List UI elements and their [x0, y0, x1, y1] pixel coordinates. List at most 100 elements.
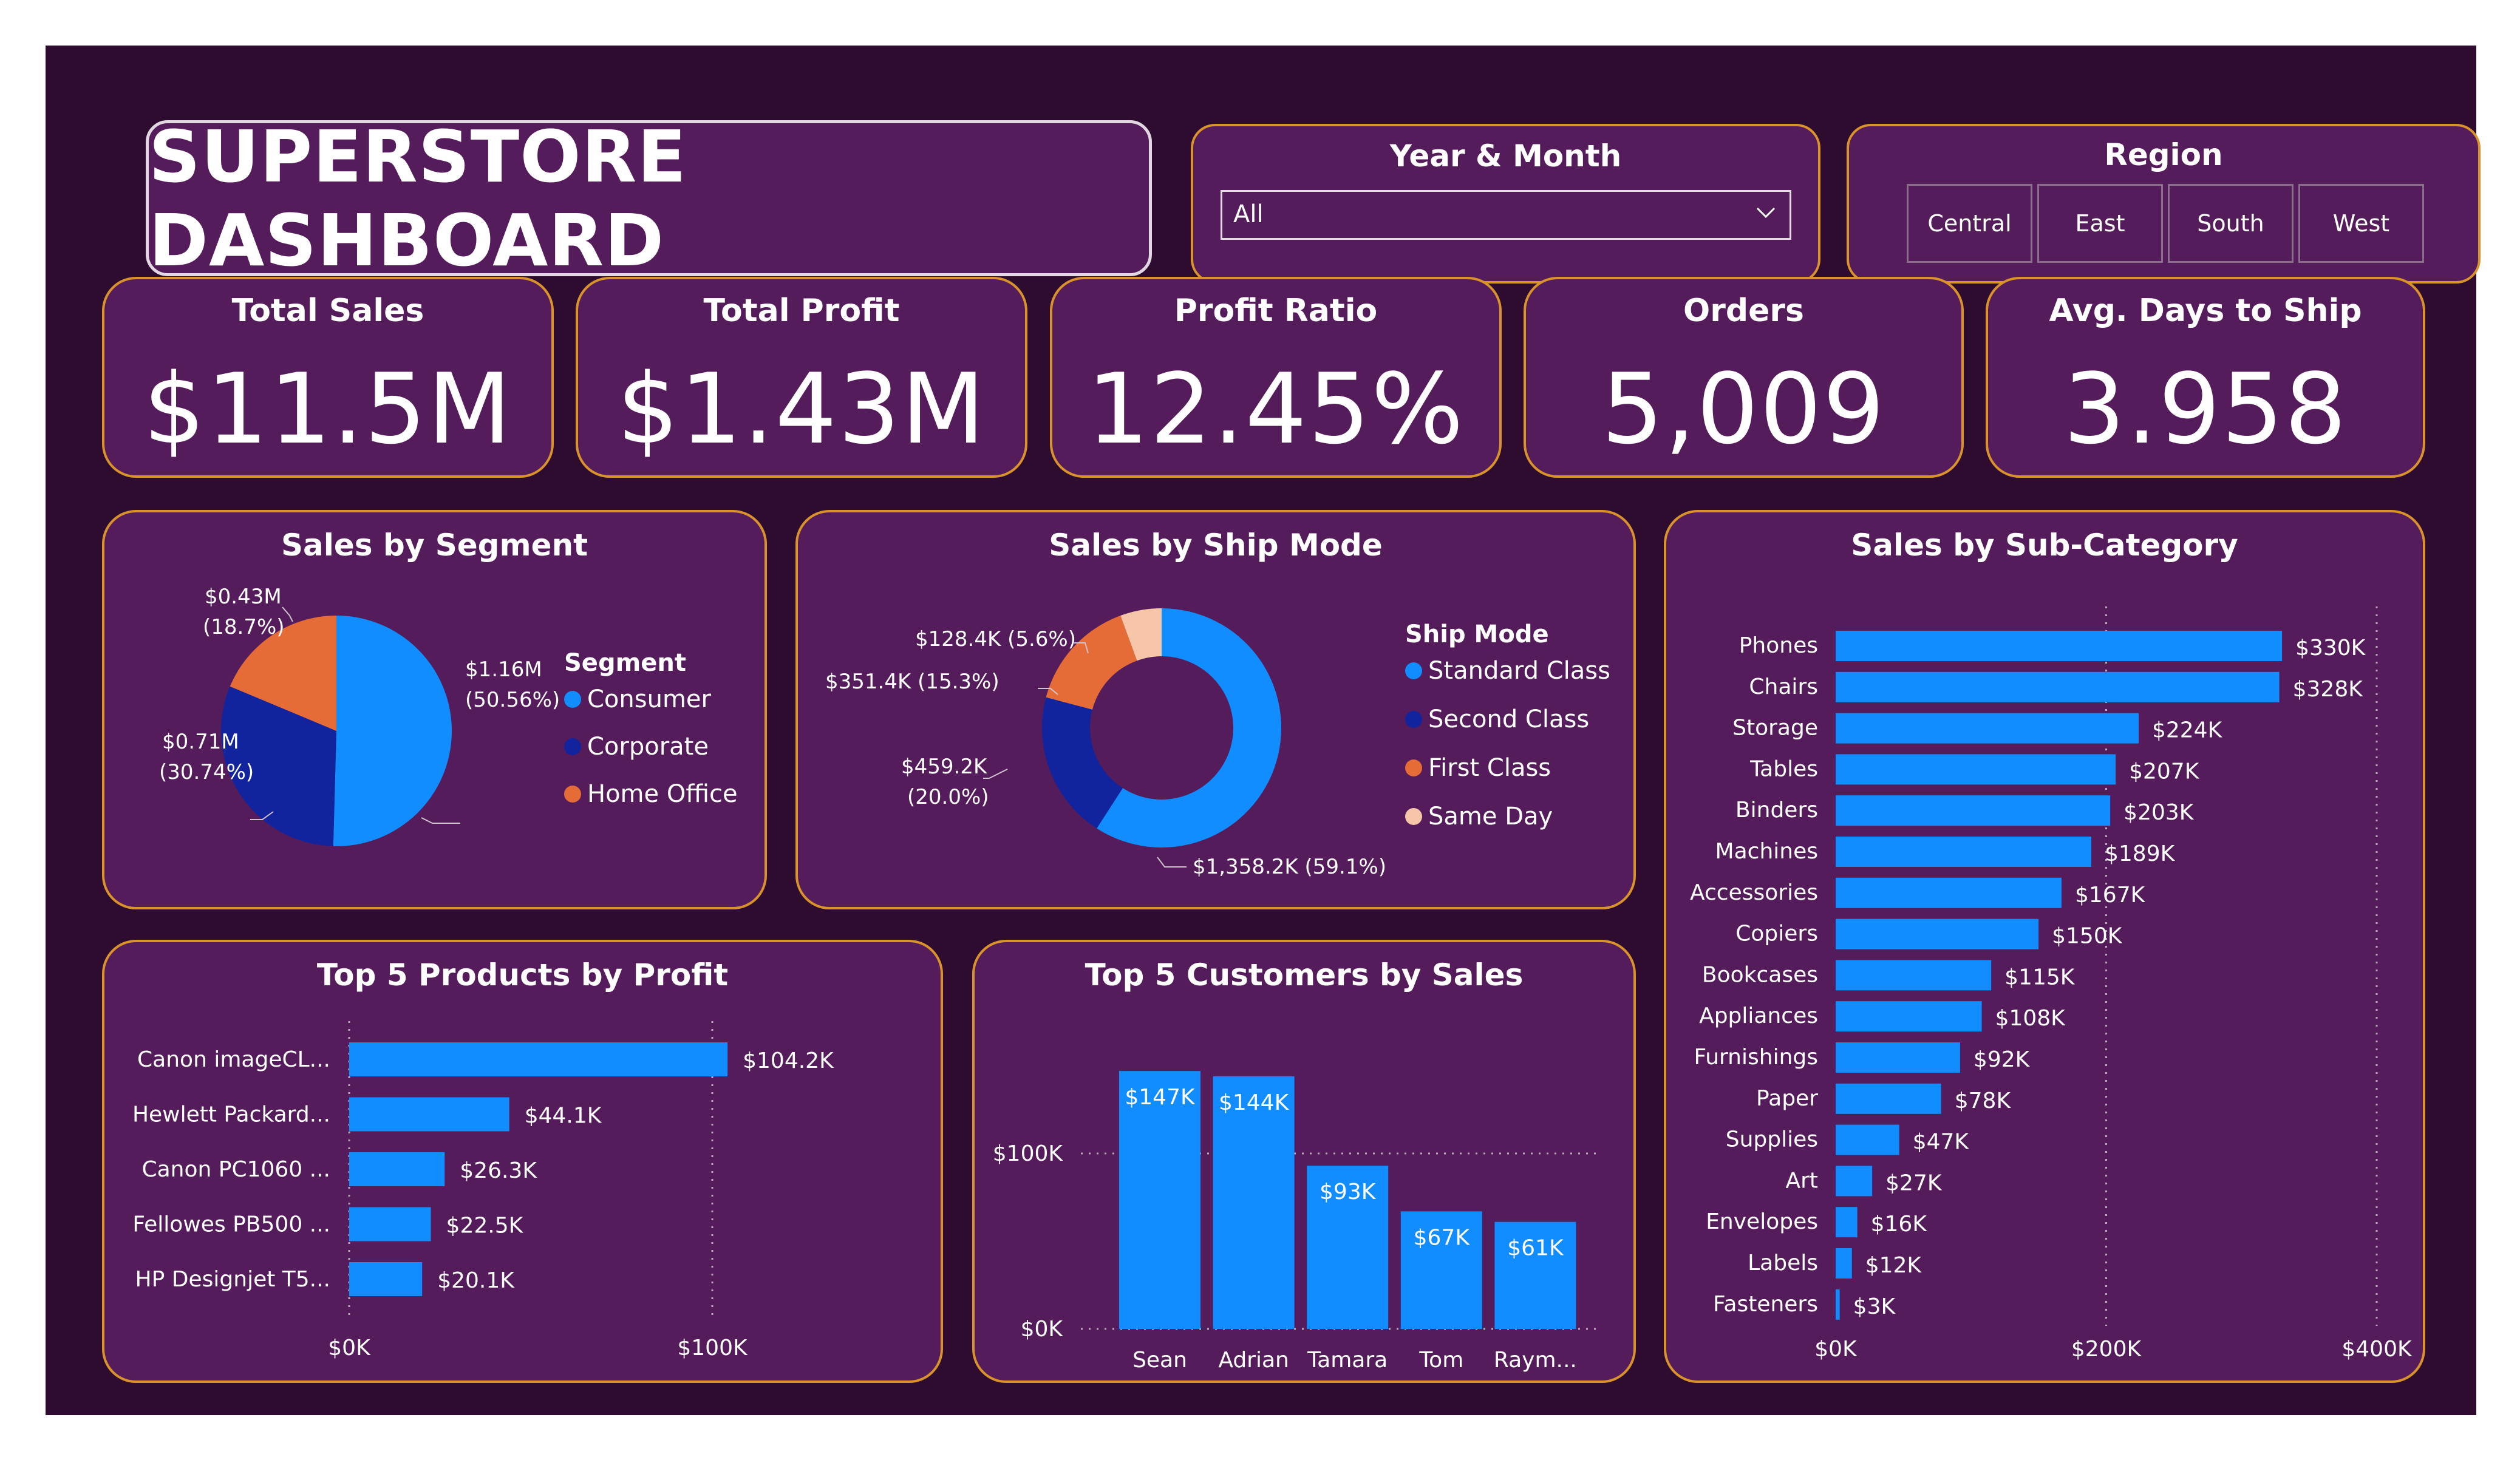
region-button-west[interactable]: West — [2298, 184, 2424, 263]
subcategory-bar-chart: $0K $200K $400K Phones $330K Chairs $328K Stora… — [1690, 606, 2413, 1362]
x-category-label: Sean — [1132, 1348, 1187, 1373]
kpi-label: Profit Ratio — [1174, 293, 1378, 329]
legend-label: Home Office — [587, 780, 738, 808]
leader-line — [421, 817, 460, 824]
region-slicer: Region Central East South West — [1847, 124, 2481, 284]
data-label: $92K — [1973, 1047, 2031, 1072]
legend-label: Corporate — [587, 733, 709, 761]
top-products-card: Top 5 Products by Profit $0K $100K Canon i… — [102, 940, 943, 1383]
data-label: $207K — [2129, 759, 2200, 784]
bar — [1836, 960, 1992, 991]
segment-legend-title: Segment — [564, 649, 686, 677]
x-tick-label: $0K — [328, 1336, 371, 1360]
bar — [349, 1097, 509, 1132]
y-category-label: Appliances — [1699, 1004, 1818, 1028]
region-button-south[interactable]: South — [2168, 184, 2294, 263]
legend-item-consumer[interactable]: Consumer — [564, 685, 711, 713]
bar — [1836, 631, 2283, 661]
sales-by-subcategory-card: Sales by Sub-Category $0K $200K $400K Phone… — [1664, 510, 2425, 1383]
dashboard-title-card: SUPERSTORE DASHBOARD — [146, 115, 1152, 282]
year-month-dropdown[interactable]: All — [1221, 190, 1791, 240]
data-label: $26.3K — [460, 1158, 537, 1183]
data-label: $0.71M — [162, 730, 239, 754]
y-category-label: Hewlett Packard... — [132, 1102, 330, 1127]
y-category-label: Paper — [1756, 1086, 1818, 1111]
ship-mode-legend-title: Ship Mode — [1405, 620, 1549, 648]
y-category-label: Storage — [1732, 716, 1818, 741]
x-category-label: Tom — [1418, 1348, 1463, 1373]
x-tick-label: $100K — [677, 1336, 748, 1360]
kpi-card-profit-ratio: Profit Ratio 12.45% — [1050, 277, 1502, 478]
year-month-label: Year & Month — [1389, 138, 1622, 174]
bar — [1836, 1289, 1840, 1320]
bar — [1836, 1083, 1941, 1114]
legend-label: First Class — [1428, 754, 1551, 782]
bar — [349, 1042, 728, 1076]
y-category-label: Canon imageCL... — [137, 1047, 330, 1072]
dashboard-title: SUPERSTORE DASHBOARD — [149, 114, 687, 282]
top-customers-card: Top 5 Customers by Sales $0K $100K $147K Se… — [972, 940, 1636, 1383]
legend-label: Second Class — [1428, 705, 1590, 733]
y-category-label: Copiers — [1735, 922, 1818, 946]
kpi-value: 5,009 — [1601, 352, 1886, 466]
data-label: $3K — [1853, 1294, 1896, 1319]
bar — [1836, 919, 2039, 949]
kpi-value: 12.45% — [1086, 352, 1465, 466]
data-label: $22.5K — [446, 1214, 524, 1238]
region-button-central[interactable]: Central — [1907, 184, 2032, 263]
x-tick-label: $200K — [2071, 1337, 2142, 1362]
legend-item-second-class[interactable]: Second Class — [1405, 705, 1589, 733]
x-tick-label: $0K — [1814, 1337, 1858, 1362]
data-label: $189K — [2105, 841, 2176, 866]
data-label: $67K — [1414, 1225, 1471, 1250]
pie-slice-consumer — [333, 616, 452, 846]
kpi-label: Total Profit — [703, 293, 900, 329]
bar — [1836, 1248, 1852, 1279]
kpi-value: $1.43M — [616, 352, 987, 466]
legend-item-first-class[interactable]: First Class — [1405, 754, 1551, 782]
data-label: $93K — [1320, 1180, 1377, 1204]
bar — [1836, 1207, 1858, 1238]
bar — [1836, 877, 2062, 908]
legend-item-home-office[interactable]: Home Office — [564, 780, 738, 808]
bar — [349, 1152, 445, 1186]
data-label: $147K — [1125, 1085, 1196, 1110]
x-tick-label: $400K — [2341, 1337, 2413, 1362]
data-label: $20.1K — [437, 1268, 515, 1293]
y-category-label: Accessories — [1690, 880, 1818, 905]
y-category-label: Canon PC1060 ... — [141, 1157, 330, 1182]
data-label: $150K — [2052, 924, 2123, 949]
y-category-label: Phones — [1739, 633, 1818, 658]
kpi-card-orders: Orders 5,009 — [1524, 277, 1964, 478]
legend-item-corporate[interactable]: Corporate — [564, 733, 709, 761]
y-tick-label: $100K — [993, 1141, 1064, 1166]
kpi-label: Orders — [1683, 293, 1804, 329]
y-category-label: Art — [1785, 1168, 1818, 1193]
kpi-card-avg-days-to-ship: Avg. Days to Ship 3.958 — [1986, 277, 2425, 478]
x-category-label: Barton — [1217, 1378, 1290, 1381]
y-category-label: Chairs — [1749, 674, 1818, 699]
data-label: $16K — [1871, 1212, 1928, 1237]
legend-label: Same Day — [1428, 803, 1553, 830]
y-category-label: Machines — [1715, 839, 1818, 864]
y-category-label: Bookcases — [1702, 962, 1818, 987]
region-button-east[interactable]: East — [2037, 184, 2163, 263]
data-label: $27K — [1885, 1170, 1943, 1195]
bar — [1836, 1042, 1960, 1073]
legend-item-standard-class[interactable]: Standard Class — [1405, 657, 1610, 685]
y-category-label: Binders — [1735, 798, 1818, 823]
data-label: $1,358.2K (59.1%) — [1193, 855, 1386, 879]
bar — [1836, 795, 2111, 826]
y-category-label: HP Designjet T5... — [135, 1267, 330, 1292]
customers-bar-chart: $0K $100K $147K Sean Miller $144K Adrian Barton… — [993, 1071, 1600, 1381]
y-category-label: Fellowes PB500 ... — [132, 1212, 330, 1237]
legend-item-same-day[interactable]: Same Day — [1405, 803, 1553, 830]
data-label: $0.43M — [205, 585, 282, 609]
sales-by-ship-mode-card: Sales by Ship Mode $1,358.2K (59.1%) $459… — [795, 510, 1636, 909]
kpi-card-total-profit: Total Profit $1.43M — [576, 277, 1027, 478]
sales-by-segment-card: Sales by Segment $1.16M (50.56%) $0.71M (30… — [102, 510, 767, 909]
data-label: (50.56%) — [465, 688, 560, 712]
data-label: $144K — [1219, 1090, 1290, 1115]
y-category-label: Fasteners — [1713, 1292, 1818, 1317]
year-month-slicer: Year & Month All — [1191, 124, 1820, 284]
